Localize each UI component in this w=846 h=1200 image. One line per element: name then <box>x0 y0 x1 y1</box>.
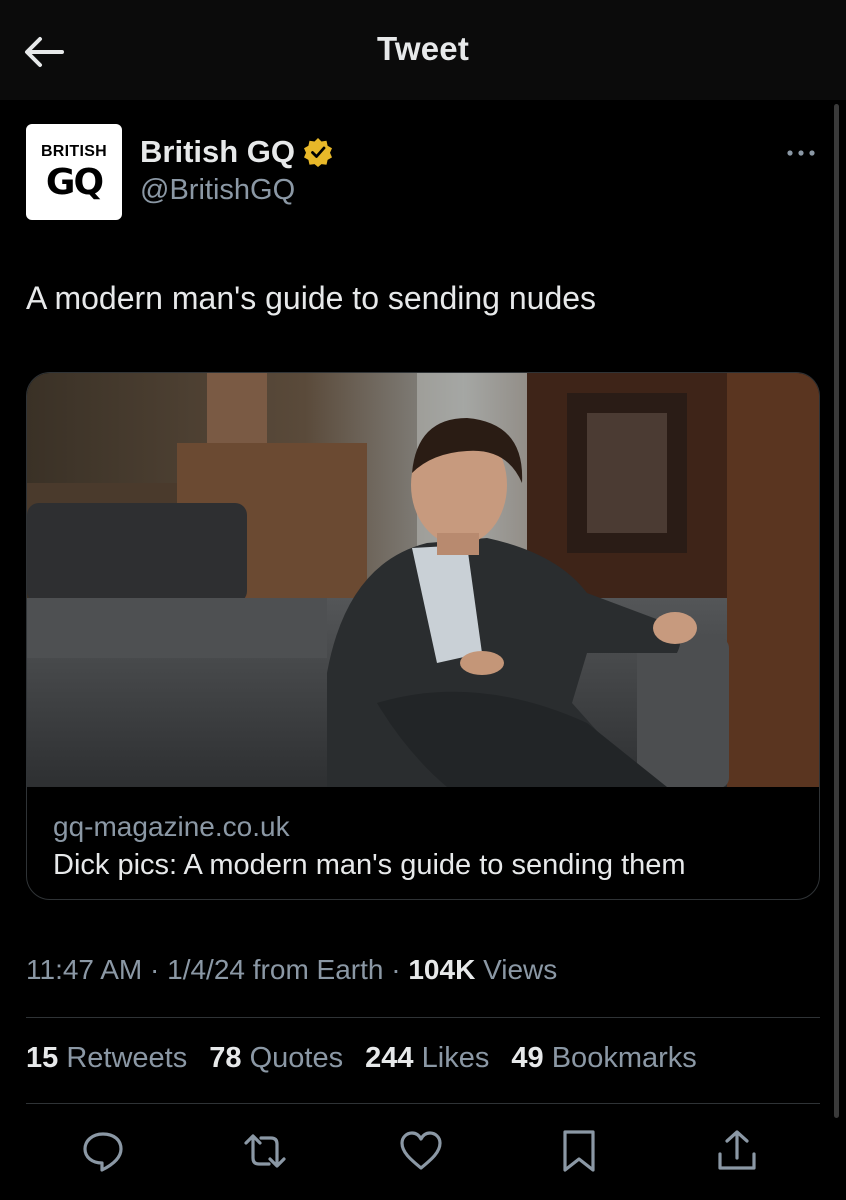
retweets-label: Retweets <box>66 1042 188 1074</box>
more-options-button[interactable] <box>784 140 820 166</box>
reply-button[interactable] <box>80 1128 126 1174</box>
handle[interactable]: @BritishGQ <box>140 174 295 207</box>
divider <box>26 1017 820 1018</box>
avatar-logo-text-top: BRITISH <box>40 143 108 160</box>
top-bar: Tweet <box>0 0 846 100</box>
more-dots-icon <box>787 150 815 156</box>
likes-stat[interactable]: 244 Likes <box>365 1042 489 1074</box>
tweet-text: A modern man's guide to sending nudes <box>26 280 597 316</box>
page-title: Tweet <box>376 30 470 67</box>
likes-label: Likes <box>421 1042 490 1074</box>
card-image <box>27 373 819 787</box>
like-icon <box>400 1131 442 1170</box>
share-button[interactable] <box>714 1128 760 1174</box>
engagement-stats: 15 Retweets 78 Quotes 244 Likes 49 Bookm… <box>26 1042 711 1075</box>
bookmark-button[interactable] <box>556 1128 602 1174</box>
likes-count: 244 <box>365 1042 414 1074</box>
avatar[interactable]: BRITISH GQ <box>26 124 122 220</box>
card-domain: gq-magazine.co.uk <box>53 811 290 842</box>
link-card[interactable]: gq-magazine.co.uk Dick pics: A modern ma… <box>26 372 820 900</box>
quotes-label: Quotes <box>249 1042 344 1074</box>
tweet-date[interactable]: 1/4/24 <box>167 954 245 985</box>
quotes-stat[interactable]: 78 Quotes <box>209 1042 343 1074</box>
bookmarks-stat[interactable]: 49 Bookmarks <box>511 1042 696 1074</box>
bookmarks-count: 49 <box>511 1042 544 1074</box>
meta-separator: · <box>391 954 409 985</box>
display-name: British GQ <box>140 134 296 169</box>
meta-separator: · <box>150 954 168 985</box>
share-icon <box>718 1130 756 1170</box>
author-name-row[interactable]: British GQ <box>140 134 333 170</box>
tweet-source: from Earth <box>252 954 384 985</box>
retweets-stat[interactable]: 15 Retweets <box>26 1042 187 1074</box>
tweet-time[interactable]: 11:47 AM <box>26 954 142 985</box>
views-count: 104K <box>408 954 476 985</box>
tweet-meta: 11:47 AM · 1/4/24 from Earth · 104K View… <box>26 954 557 986</box>
card-title: Dick pics: A modern man's guide to sendi… <box>53 849 686 881</box>
avatar-logo-text-bottom: GQ <box>45 162 104 203</box>
retweets-count: 15 <box>26 1042 59 1074</box>
divider <box>26 1103 820 1104</box>
bookmarks-label: Bookmarks <box>551 1042 697 1074</box>
retweet-button[interactable] <box>242 1128 288 1174</box>
bookmark-icon <box>563 1130 595 1172</box>
views-label: Views <box>483 954 558 985</box>
like-button[interactable] <box>398 1128 444 1174</box>
scrollbar[interactable] <box>834 104 839 1118</box>
retweet-icon <box>244 1134 286 1168</box>
verified-badge-icon <box>304 138 333 167</box>
reply-icon <box>83 1132 123 1172</box>
quotes-count: 78 <box>209 1042 242 1074</box>
